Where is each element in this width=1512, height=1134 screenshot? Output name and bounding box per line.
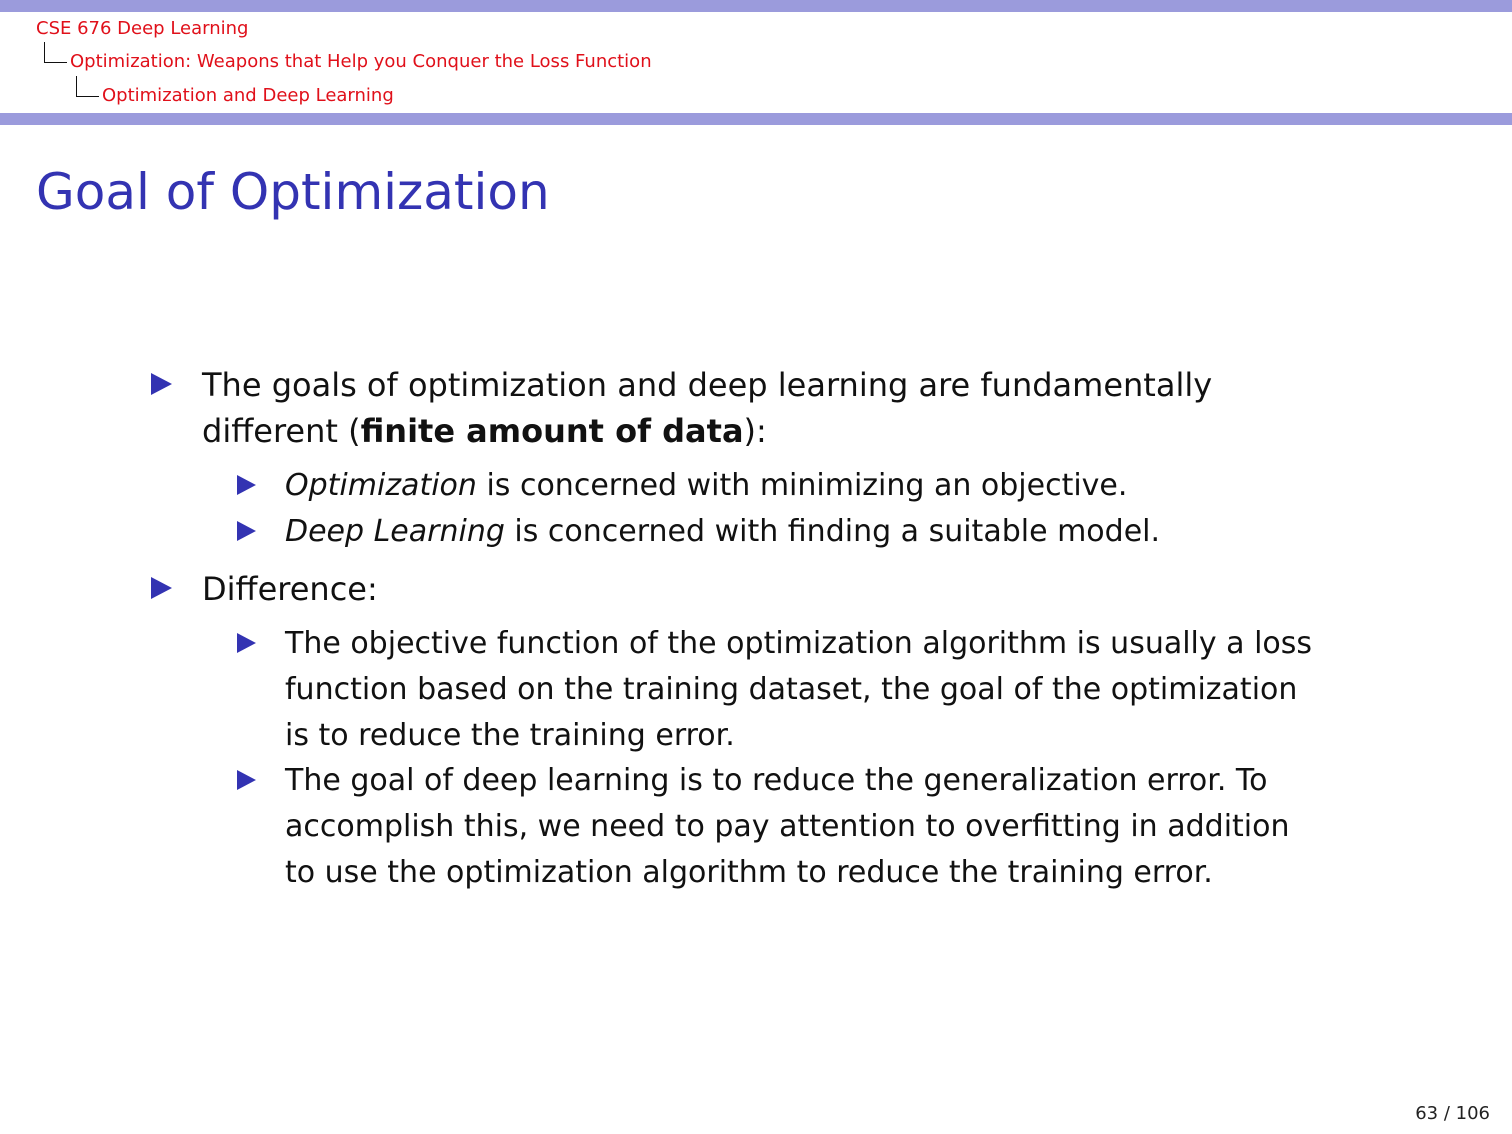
sub-bullet-rest: is concerned with finding a suitable mod… xyxy=(504,514,1161,549)
bullet-triangle-icon xyxy=(151,373,172,395)
header-band-top xyxy=(0,0,1512,12)
breadcrumb-tree-connector xyxy=(76,76,99,97)
sub-bullet-triangle-icon xyxy=(237,633,256,653)
sub-bullet-triangle-icon xyxy=(237,521,256,541)
sub-bullet-triangle-icon xyxy=(237,770,256,790)
sub-bullet-line: is to reduce the training error. xyxy=(285,718,735,753)
sub-bullet-line: accomplish this, we need to pay attentio… xyxy=(285,809,1290,844)
header-band-bottom xyxy=(0,113,1512,125)
sub-bullet-emphasis: Optimization xyxy=(285,468,477,503)
breadcrumb-course[interactable]: CSE 676 Deep Learning xyxy=(36,18,248,40)
slide-title: Goal of Optimization xyxy=(36,163,550,221)
sub-bullet-line: The goal of deep learning is to reduce t… xyxy=(285,763,1268,798)
breadcrumb-subsection[interactable]: Optimization and Deep Learning xyxy=(102,85,394,107)
sub-bullet-text: Optimization is concerned with minimizin… xyxy=(285,463,1127,509)
bullet-text-bold: finite amount of data xyxy=(360,412,744,450)
sub-bullet-line: The objective function of the optimizati… xyxy=(285,626,1313,661)
bullet-text: The goals of optimization and deep learn… xyxy=(202,366,1213,404)
sub-bullet-line: function based on the training dataset, … xyxy=(285,672,1298,707)
sub-bullet-line: to use the optimization algorithm to red… xyxy=(285,855,1213,890)
bullet-text: different (finite amount of data): xyxy=(202,408,767,454)
breadcrumb-section[interactable]: Optimization: Weapons that Help you Conq… xyxy=(70,51,652,73)
sub-bullet-rest: is concerned with minimizing an objectiv… xyxy=(476,468,1128,503)
bullet-triangle-icon xyxy=(151,577,172,599)
sub-bullet-triangle-icon xyxy=(237,475,256,495)
bullet-text-part: different ( xyxy=(202,412,361,450)
sub-bullet-emphasis: Deep Learning xyxy=(285,514,505,549)
sub-bullet-text: Deep Learning is concerned with finding … xyxy=(285,509,1160,555)
bullet-text-part: ): xyxy=(743,412,767,450)
bullet-text: Difference: xyxy=(202,570,378,608)
breadcrumb-tree-connector xyxy=(44,42,67,63)
page-number: 63 / 106 xyxy=(1415,1103,1490,1124)
